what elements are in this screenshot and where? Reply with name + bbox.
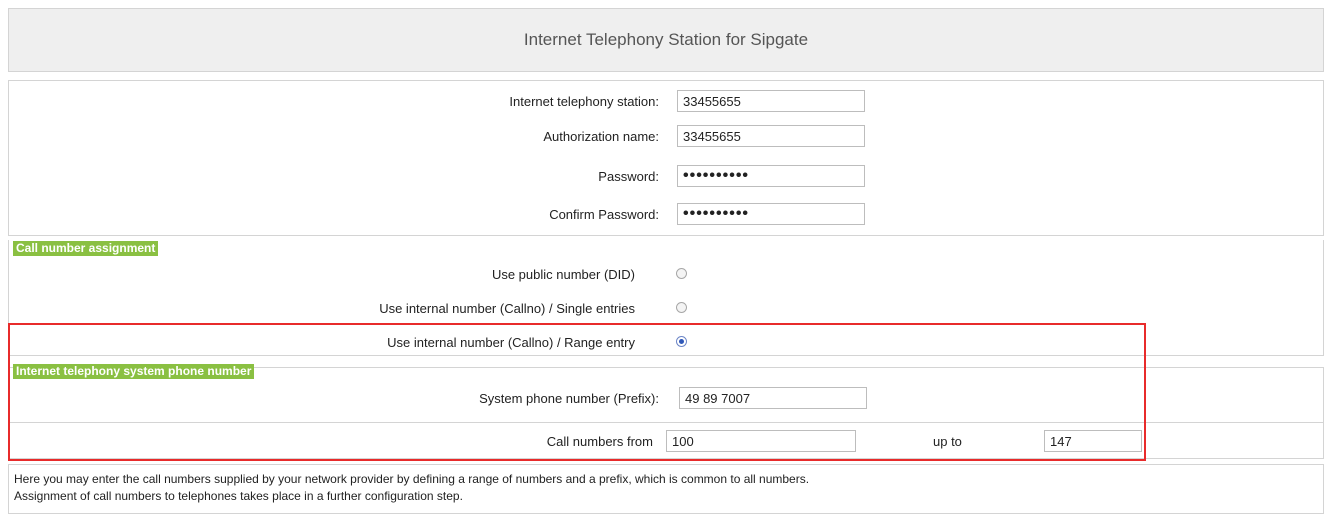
to-input[interactable] [1044,430,1142,452]
prefix-label: System phone number (Prefix): [479,391,659,406]
password-row: Password: [9,162,1323,192]
prefix-row: System phone number (Prefix): [9,384,1323,414]
assignment-panel: Call number assignment Use public number… [8,240,1324,356]
radio-label-single: Use internal number (Callno) / Single en… [379,301,635,316]
system-number-panel: Internet telephony system phone number S… [8,364,1324,459]
confirm-password-label: Confirm Password: [549,207,659,222]
from-input[interactable] [666,430,856,452]
confirm-password-input[interactable] [677,203,865,225]
radio-label-public: Use public number (DID) [491,267,635,282]
radio-internal-single[interactable] [676,302,687,313]
auth-name-input[interactable] [677,125,865,147]
page-title: Internet Telephony Station for Sipgate [523,30,809,49]
radio-public-number[interactable] [676,268,687,279]
auth-name-row: Authorization name: [9,122,1323,152]
auth-name-label: Authorization name: [543,129,659,144]
station-label: Internet telephony station: [509,94,659,109]
range-row: Call numbers from up to [9,427,1323,457]
radio-row-range: Use internal number (Callno) / Range ent… [9,328,1323,358]
password-input[interactable] [677,165,865,187]
station-input[interactable] [677,90,865,112]
assignment-section-title: Call number assignment [13,241,159,256]
radio-label-range: Use internal number (Callno) / Range ent… [387,335,635,350]
page-header: Internet Telephony Station for Sipgate [8,8,1324,72]
prefix-input[interactable] [679,387,867,409]
system-number-section-title: Internet telephony system phone number [13,364,255,379]
note-text: Here you may enter the call numbers supp… [14,471,809,505]
radio-row-single: Use internal number (Callno) / Single en… [9,294,1323,324]
station-row: Internet telephony station: [9,87,1323,117]
to-label: up to [933,434,962,449]
from-label: Call numbers from [546,434,653,449]
radio-internal-range[interactable] [676,336,687,347]
credentials-panel: Internet telephony station: Authorizatio… [8,80,1324,236]
radio-row-public: Use public number (DID) [9,260,1323,290]
divider [9,422,1323,423]
confirm-password-row: Confirm Password: [9,200,1323,230]
note-line-2: Assignment of call numbers to telephones… [14,489,463,503]
password-label: Password: [598,169,659,184]
note-line-1: Here you may enter the call numbers supp… [14,472,810,486]
